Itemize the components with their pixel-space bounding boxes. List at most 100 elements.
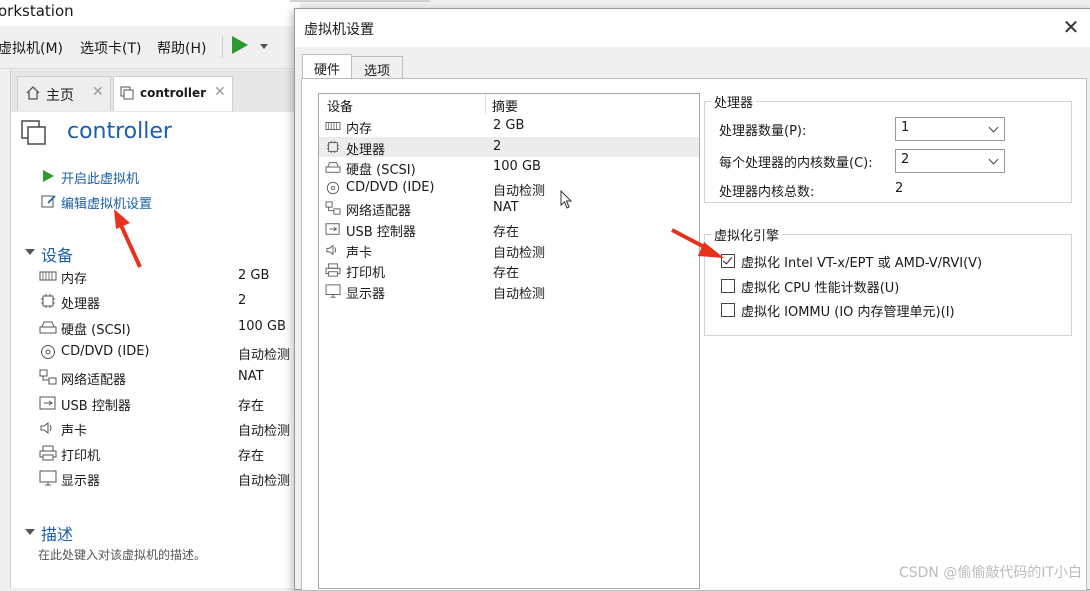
close-icon[interactable]: ✕	[1057, 13, 1085, 41]
hardware-name: 硬盘 (SCSI)	[346, 163, 416, 179]
tab-controller[interactable]: controller ✕	[113, 76, 233, 111]
hardware-summary: 自动检测	[493, 286, 546, 302]
hardware-list-item[interactable]: 网络适配器 NAT	[319, 198, 699, 220]
device-row[interactable]: 显示器 自动检测	[39, 467, 301, 491]
device-row[interactable]: 声卡 自动检测	[39, 417, 301, 441]
total-cores-value: 2	[895, 181, 904, 196]
virt-cpu-counters-label[interactable]: 虚拟化 CPU 性能计数器(U)	[741, 277, 899, 296]
display-icon	[39, 470, 57, 486]
network-icon	[39, 369, 57, 385]
tab-home-label: 主页	[46, 88, 74, 104]
device-name: 处理器	[61, 297, 101, 313]
processor-count-label: 处理器数量(P):	[719, 124, 807, 139]
hardware-summary: 2 GB	[493, 118, 525, 133]
device-value: 自动检测	[238, 423, 291, 439]
hardware-name: 处理器	[346, 142, 386, 158]
device-value: 2	[238, 293, 247, 309]
hardware-list-item[interactable]: 硬盘 (SCSI) 100 GB	[319, 157, 699, 179]
device-name: USB 控制器	[61, 398, 131, 414]
device-row[interactable]: 硬盘 (SCSI) 100 GB	[39, 316, 301, 340]
workstation-title: orkstation	[0, 2, 74, 20]
power-on-icon[interactable]	[232, 36, 248, 54]
device-value: 存在	[238, 398, 265, 414]
watermark: CSDN @偷偷敲代码的IT小白	[898, 565, 1082, 581]
collapse-devices-icon[interactable]	[25, 249, 35, 255]
cd-icon	[41, 344, 55, 359]
mouse-cursor-icon	[560, 190, 573, 209]
total-cores-label: 处理器内核总数:	[719, 185, 815, 200]
vm-settings-dialog: 虚拟机设置 ✕ 硬件 选项 设备 摘要 内存 2 GB 处理器 2 硬盘 (SCSI) 1…	[294, 8, 1090, 591]
hardware-name: 显示器	[346, 286, 386, 302]
hardware-list-item[interactable]: 显示器 自动检测	[319, 281, 699, 302]
device-row[interactable]: USB 控制器 存在	[39, 392, 301, 416]
cores-per-processor-select[interactable]: 2	[895, 149, 1005, 173]
hardware-list-item[interactable]: 声卡 自动检测	[319, 240, 699, 261]
hardware-list-item[interactable]: 处理器 2	[319, 136, 699, 158]
description-placeholder[interactable]: 在此处键入对该虚拟机的描述。	[38, 546, 206, 563]
toolbar-separator	[222, 36, 223, 58]
device-name: 硬盘 (SCSI)	[61, 322, 131, 338]
device-row[interactable]: 网络适配器 NAT	[39, 366, 301, 390]
hardware-name: USB 控制器	[346, 225, 416, 240]
collapse-description-icon[interactable]	[25, 529, 35, 535]
hardware-list-item[interactable]: 打印机 存在	[319, 260, 699, 282]
usb-icon	[39, 396, 56, 409]
devices-heading[interactable]: 设备	[41, 242, 73, 266]
chevron-down-icon[interactable]	[260, 44, 268, 49]
tab-options[interactable]: 选项	[351, 56, 403, 79]
menu-vm[interactable]: 虚拟机(M)	[0, 38, 63, 58]
hardware-panel: 设备 摘要 内存 2 GB 处理器 2 硬盘 (SCSI) 100 GB CD/DVD (I…	[301, 78, 1087, 591]
network-icon	[325, 201, 341, 215]
printer-icon	[39, 445, 57, 461]
hardware-summary: 自动检测	[493, 245, 546, 261]
title-divider	[290, 0, 430, 2]
device-value: NAT	[238, 369, 264, 385]
hardware-summary: 自动检测	[493, 183, 546, 199]
virt-iommu-checkbox[interactable]	[721, 303, 735, 317]
power-on-link[interactable]: 开启此虚拟机	[61, 168, 139, 187]
hardware-device-list[interactable]: 设备 摘要 内存 2 GB 处理器 2 硬盘 (SCSI) 100 GB CD/DVD (I…	[318, 93, 700, 589]
tab-options-label: 选项	[363, 64, 390, 79]
column-header-summary[interactable]: 摘要	[492, 96, 518, 115]
dialog-title: 虚拟机设置	[304, 22, 374, 38]
chevron-down-icon	[988, 154, 999, 165]
close-icon[interactable]: ✕	[92, 84, 104, 100]
device-row[interactable]: 打印机 存在	[39, 442, 301, 466]
device-row[interactable]: 处理器 2	[39, 290, 301, 314]
device-name: 网络适配器	[61, 373, 127, 389]
virtualization-engine-group: 虚拟化引擎 虚拟化 Intel VT-x/EPT 或 AMD-V/RVI(V) …	[704, 225, 1072, 336]
close-icon[interactable]: ✕	[214, 84, 226, 100]
hardware-list-item[interactable]: USB 控制器 存在	[319, 219, 699, 240]
tab-home[interactable]: 主页 ✕	[17, 76, 111, 111]
processor-count-select[interactable]: 1	[895, 117, 1005, 141]
hardware-list-item[interactable]: CD/DVD (IDE) 自动检测	[319, 178, 699, 199]
hardware-name: 打印机	[346, 266, 386, 282]
annotation-arrow	[671, 228, 724, 258]
menu-bar: 虚拟机(M) 选项卡(T) 帮助(H)	[0, 26, 300, 69]
device-row[interactable]: 内存 2 GB	[39, 265, 301, 289]
virt-intel-amd-label[interactable]: 虚拟化 Intel VT-x/EPT 或 AMD-V/RVI(V)	[741, 252, 982, 271]
hardware-name: 声卡	[346, 245, 373, 261]
device-row[interactable]: CD/DVD (IDE) 自动检测	[39, 341, 301, 365]
hardware-list-item[interactable]: 内存 2 GB	[319, 116, 699, 137]
chevron-down-icon	[988, 122, 999, 133]
hardware-name: CD/DVD (IDE)	[346, 179, 435, 195]
hardware-summary: NAT	[493, 200, 519, 216]
description-heading[interactable]: 描述	[41, 521, 73, 545]
sound-icon	[326, 244, 337, 255]
annotation-arrow	[114, 209, 142, 268]
menu-help[interactable]: 帮助(H)	[157, 38, 206, 58]
device-value: 100 GB	[238, 318, 286, 334]
hardware-name: 网络适配器	[346, 204, 412, 220]
vm-tab-bar: 主页 ✕ controller ✕	[10, 70, 301, 112]
hardware-summary: 存在	[493, 225, 520, 240]
virt-cpu-counters-checkbox[interactable]	[721, 279, 735, 293]
vm-large-icon	[21, 120, 46, 145]
column-header-device[interactable]: 设备	[327, 96, 353, 115]
virt-iommu-label[interactable]: 虚拟化 IOMMU (IO 内存管理单元)(I)	[741, 301, 955, 320]
tab-hardware[interactable]: 硬件	[302, 54, 352, 80]
hardware-name: 内存	[346, 122, 373, 137]
disk-icon	[39, 321, 57, 334]
menu-tabs[interactable]: 选项卡(T)	[80, 38, 141, 58]
printer-icon	[325, 263, 341, 277]
